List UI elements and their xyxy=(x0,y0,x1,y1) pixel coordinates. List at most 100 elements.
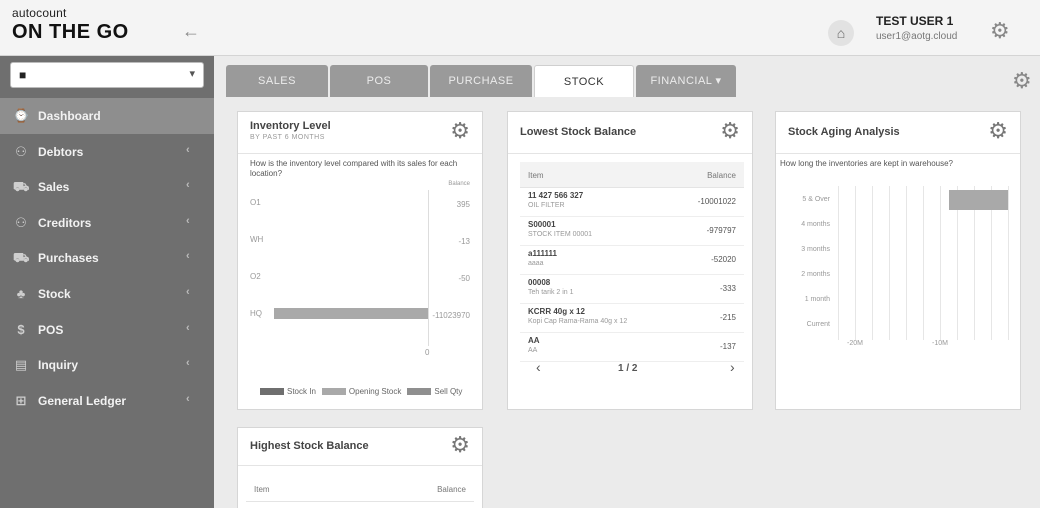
sidebar-item-general-ledger[interactable]: ⊞ General Ledger ‹ xyxy=(0,383,214,419)
chevron-left-icon: ‹ xyxy=(186,285,190,298)
item-description: aaaa xyxy=(528,260,544,267)
gear-icon[interactable]: ⚙ xyxy=(988,120,1008,142)
legend-swatch xyxy=(321,388,346,396)
sidebar-item-inquiry[interactable]: ▤ Inquiry ‹ xyxy=(0,347,214,383)
item-balance: -52020 xyxy=(711,255,736,264)
sidebar-item-dashboard[interactable]: ⌚ Dashboard xyxy=(0,98,214,134)
back-arrow-icon[interactable]: ← xyxy=(180,20,202,42)
company-select[interactable]: ■ ▾ xyxy=(10,62,204,88)
user-name[interactable]: TEST USER 1 xyxy=(876,14,953,28)
chevron-left-icon: ‹ xyxy=(186,214,190,227)
sidebar-item-pos[interactable]: $ POS ‹ xyxy=(0,312,214,348)
gear-icon[interactable]: ⚙ xyxy=(450,120,470,142)
sales-icon: ⛟ xyxy=(13,179,30,195)
dashboard-icon: ⌚ xyxy=(13,108,30,123)
dashboard-settings-gear-icon[interactable]: ⚙ xyxy=(1012,70,1032,92)
sidebar-item-label: Inquiry xyxy=(38,358,79,373)
inventory-level-panel: Inventory Level BY PAST 6 MONTHS ⚙ How i… xyxy=(237,111,483,410)
panel-question: How long the inventories are kept in war… xyxy=(780,159,953,168)
item-description: STOCK ITEM 00001 xyxy=(528,231,593,238)
table-row[interactable]: 00008 Teh tarik 2 in 1 -333 xyxy=(520,275,744,304)
chart-axis xyxy=(428,190,429,346)
chevron-left-icon: ‹ xyxy=(186,357,190,370)
tab-pos[interactable]: POS xyxy=(330,65,428,97)
category-label: 5 & Over xyxy=(802,196,830,203)
panel-title: Inventory Level xyxy=(250,120,331,132)
category-label: O1 xyxy=(250,198,261,207)
home-icon[interactable]: ⌂ xyxy=(828,20,854,46)
table-row[interactable]: a111111 aaaa -52020 xyxy=(520,246,744,275)
ledger-icon: ⊞ xyxy=(15,392,27,408)
sidebar-item-creditors[interactable]: ⚇ Creditors ‹ xyxy=(0,205,214,241)
chevron-down-icon: ▾ xyxy=(189,68,195,80)
item-code: a111111 xyxy=(528,249,557,258)
category-label: HQ xyxy=(250,309,262,318)
legend-item[interactable]: Opening Stock xyxy=(321,387,402,396)
sidebar-item-purchases[interactable]: ⛟ Purchases ‹ xyxy=(0,240,214,276)
grid-line xyxy=(940,186,941,340)
sidebar-item-label: Sales xyxy=(38,180,70,195)
x-tick-label: -20M xyxy=(847,340,863,347)
item-description: AA xyxy=(528,347,538,354)
grid-line xyxy=(906,186,907,340)
lowest-stock-panel: Lowest Stock Balance ⚙ Item Balance 11 4… xyxy=(507,111,753,410)
gear-icon[interactable]: ⚙ xyxy=(450,434,470,456)
legend-label: Opening Stock xyxy=(348,387,402,396)
gear-icon[interactable]: ⚙ xyxy=(720,120,740,142)
chevron-left-icon: ‹ xyxy=(186,250,190,263)
table-header: Item Balance xyxy=(520,162,744,188)
previous-page-icon[interactable]: ‹ xyxy=(536,359,541,375)
balance-value: -13 xyxy=(458,237,470,246)
sidebar-item-stock[interactable]: ♣ Stock ‹ xyxy=(0,276,214,312)
sidebar-item-label: Stock xyxy=(38,286,71,301)
category-label: 1 month xyxy=(804,296,830,303)
item-code: AA xyxy=(528,336,540,345)
legend-item[interactable]: Sell Qty xyxy=(407,387,462,396)
item-description: OIL FILTER xyxy=(528,202,565,209)
x-tick-label: -10M xyxy=(932,340,948,347)
tab-purchase[interactable]: PURCHASE xyxy=(430,65,532,97)
item-balance: -137 xyxy=(719,342,736,351)
panel-header: Inventory Level BY PAST 6 MONTHS ⚙ xyxy=(238,112,482,154)
bar[interactable] xyxy=(948,190,1008,210)
stock-aging-panel: Stock Aging Analysis ⚙ How long the inve… xyxy=(775,111,1021,410)
pager-text: 1 / 2 xyxy=(618,363,638,374)
item-balance: -333 xyxy=(719,284,736,293)
tab-sales[interactable]: SALES xyxy=(226,65,328,97)
user-email: user1@aotg.cloud xyxy=(876,31,958,42)
grid-line xyxy=(855,186,856,340)
sidebar-item-label: Purchases xyxy=(38,251,99,266)
table-row[interactable]: KCRR 40g x 12 Kopi Cap Rama-Rama 40g x 12… xyxy=(520,304,744,333)
item-balance: -10001022 xyxy=(697,197,736,206)
item-code: KCRR 40g x 12 xyxy=(528,307,585,316)
table-row[interactable]: 11 427 566 327 OIL FILTER -10001022 xyxy=(520,188,744,217)
item-description: Kopi Cap Rama-Rama 40g x 12 xyxy=(528,318,628,325)
category-label: WH xyxy=(250,235,264,244)
grid-line xyxy=(838,186,839,340)
table-row[interactable]: S00001 STOCK ITEM 00001 -979797 xyxy=(520,217,744,246)
category-label: 2 months xyxy=(801,271,830,278)
category-label: Current xyxy=(806,321,830,328)
bar[interactable] xyxy=(274,308,428,319)
next-page-icon[interactable]: › xyxy=(730,359,735,375)
grid-line xyxy=(1008,186,1009,340)
tab-financial[interactable]: FINANCIAL ▾ xyxy=(636,65,736,97)
panel-header: Stock Aging Analysis ⚙ xyxy=(776,112,1020,154)
item-code: 00008 xyxy=(528,278,551,287)
item-code: S00001 xyxy=(528,220,556,229)
legend-item[interactable]: Stock In xyxy=(260,387,316,396)
tab-stock[interactable]: STOCK xyxy=(534,65,634,97)
sidebar-item-label: POS xyxy=(38,322,64,337)
purchases-icon: ⛟ xyxy=(13,250,30,266)
stock-icon: ♣ xyxy=(16,285,26,301)
sidebar-nav: ⌚ Dashboard ⚇ Debtors ‹ ⛟ Sales ‹ ⚇ Creditors ‹ ⛟ Pu… xyxy=(0,98,214,418)
sidebar-item-debtors[interactable]: ⚇ Debtors ‹ xyxy=(0,134,214,170)
user-settings-gear-icon[interactable]: ⚙ xyxy=(990,20,1010,42)
chevron-left-icon: ‹ xyxy=(186,143,190,156)
dollar-icon: $ xyxy=(17,321,25,337)
highest-stock-panel: Highest Stock Balance ⚙ Item Balance xyxy=(237,427,483,508)
sidebar-item-sales[interactable]: ⛟ Sales ‹ xyxy=(0,169,214,205)
logo-brand: autocount xyxy=(12,6,67,20)
item-balance: -215 xyxy=(719,313,736,322)
table-row[interactable]: AA AA -137 xyxy=(520,333,744,362)
